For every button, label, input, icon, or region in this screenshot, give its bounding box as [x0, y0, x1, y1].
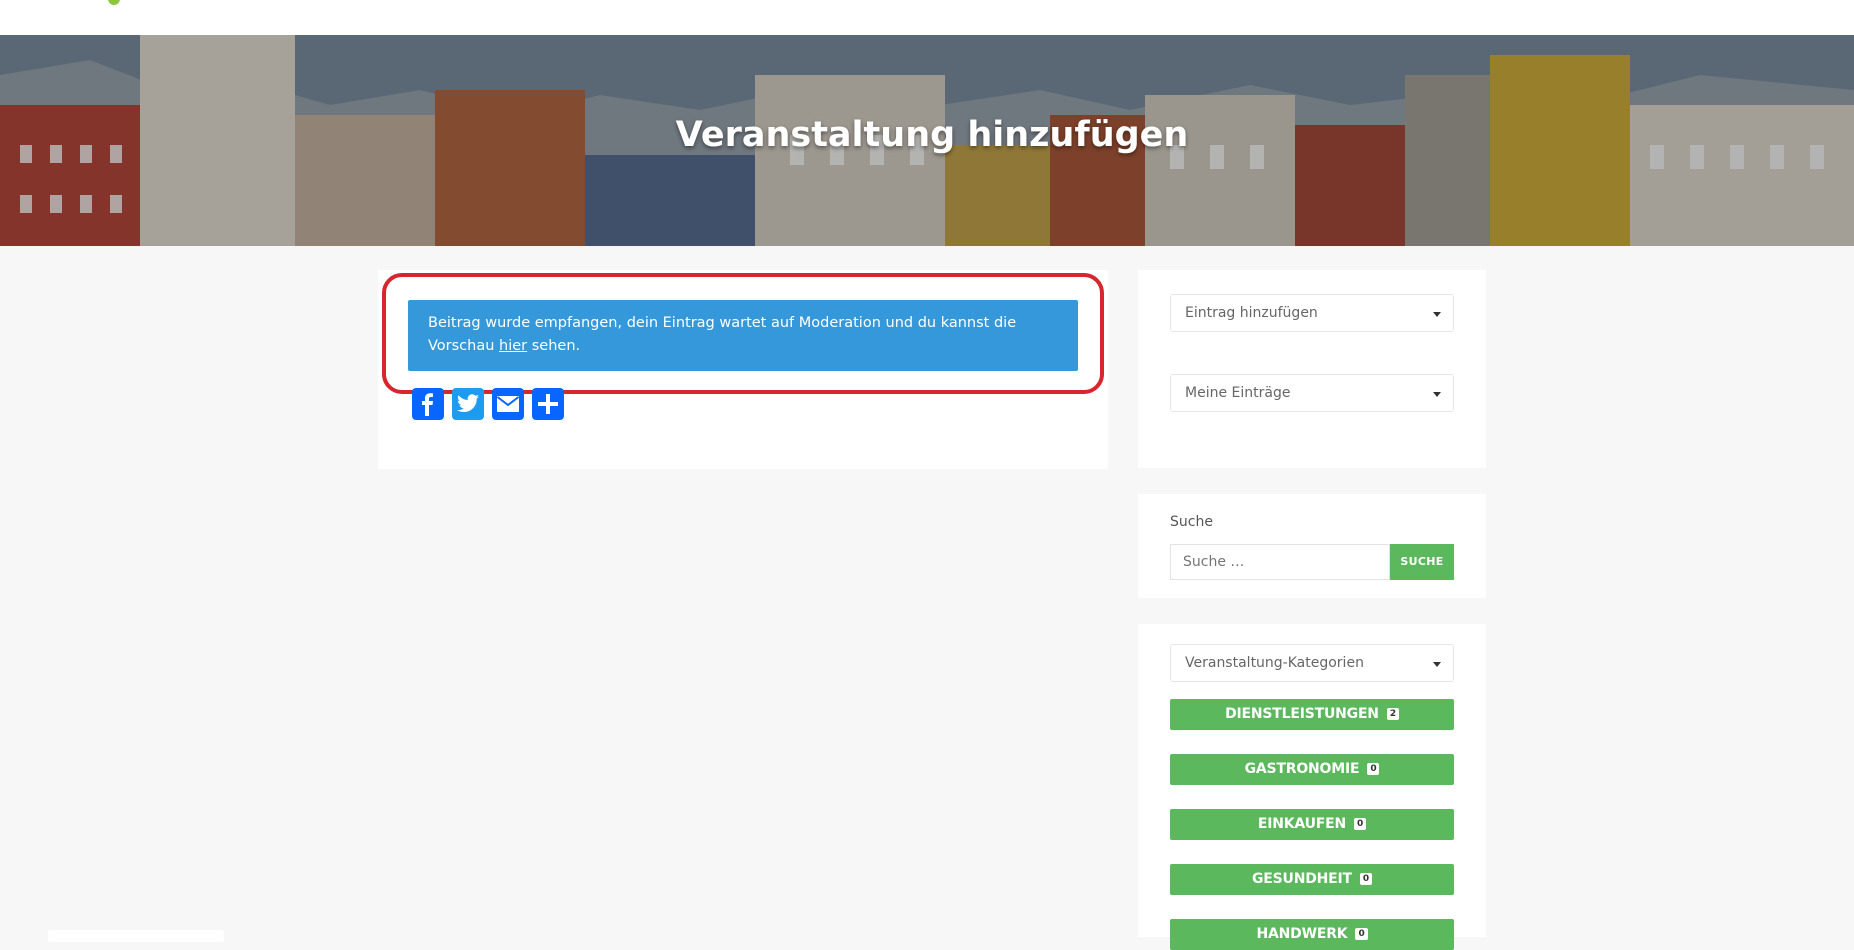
- share-more-button[interactable]: [532, 388, 564, 420]
- category-select[interactable]: Veranstaltung-Kategorien: [1170, 644, 1454, 682]
- entry-add-select-label: Eintrag hinzufügen: [1185, 305, 1318, 321]
- search-input[interactable]: [1170, 544, 1390, 580]
- chevron-down-icon: [1433, 312, 1441, 317]
- email-icon: [496, 396, 520, 412]
- category-button-einkaufen[interactable]: EINKAUFEN 0: [1170, 809, 1454, 840]
- category-count-badge: 0: [1354, 818, 1367, 830]
- site-logo[interactable]: [78, 0, 258, 6]
- category-label: HANDWERK: [1256, 926, 1348, 942]
- search-button[interactable]: SUCHE: [1390, 544, 1454, 580]
- category-label: EINKAUFEN: [1257, 816, 1347, 832]
- category-label: GESUNDHEIT: [1252, 871, 1352, 887]
- annotation-highlight-box: [382, 273, 1104, 394]
- category-button-gesundheit[interactable]: GESUNDHEIT 0: [1170, 864, 1454, 895]
- twitter-share-button[interactable]: [452, 388, 484, 420]
- chevron-down-icon: [1433, 392, 1441, 397]
- facebook-icon: [422, 393, 433, 416]
- my-entries-select[interactable]: Meine Einträge: [1170, 374, 1454, 412]
- my-entries-select-label: Meine Einträge: [1185, 385, 1291, 401]
- email-share-button[interactable]: [492, 388, 524, 420]
- entry-add-select[interactable]: Eintrag hinzufügen: [1170, 294, 1454, 332]
- hero-banner: Veranstaltung hinzufügen: [0, 35, 1854, 246]
- category-button-gastronomie[interactable]: GASTRONOMIE 0: [1170, 754, 1454, 785]
- category-button-handwerk[interactable]: HANDWERK 0: [1170, 919, 1454, 950]
- category-label: GASTRONOMIE: [1244, 761, 1360, 777]
- category-count-badge: 2: [1386, 708, 1399, 720]
- category-count-badge: 0: [1367, 763, 1380, 775]
- page-title: Veranstaltung hinzufügen: [675, 115, 1189, 155]
- category-label: DIENSTLEISTUNGEN: [1225, 706, 1379, 722]
- category-count-badge: 0: [1355, 928, 1368, 940]
- twitter-icon: [457, 394, 479, 413]
- chevron-down-icon: [1433, 662, 1441, 667]
- bottom-left-widget: [48, 930, 224, 942]
- facebook-share-button[interactable]: [412, 388, 444, 420]
- category-count-badge: 0: [1359, 873, 1372, 885]
- search-label: Suche: [1170, 514, 1213, 530]
- top-header-bar: [0, 0, 1854, 35]
- category-select-label: Veranstaltung-Kategorien: [1185, 655, 1364, 671]
- category-button-dienstleistungen[interactable]: DIENSTLEISTUNGEN 2: [1170, 699, 1454, 730]
- share-plus-icon: [538, 394, 558, 414]
